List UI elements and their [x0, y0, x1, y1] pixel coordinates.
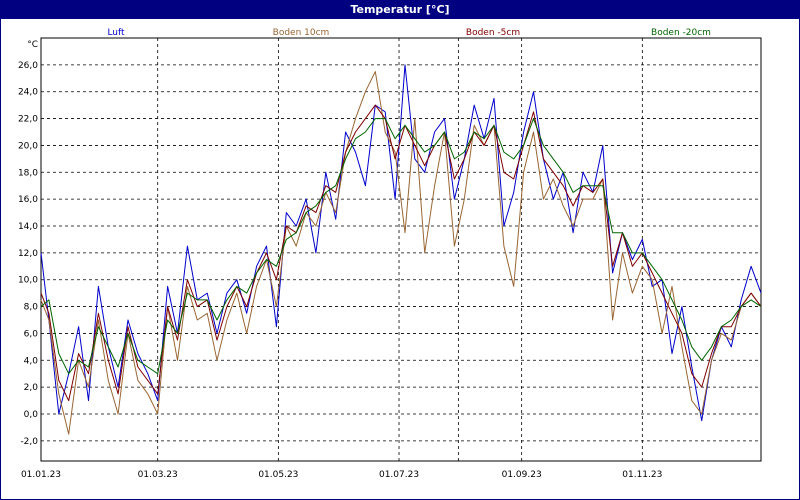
y-tick-label: 20,0 — [18, 141, 38, 151]
x-tick-label: 01.03.23 — [138, 470, 178, 480]
y-tick-label: 12,0 — [18, 249, 38, 259]
y-tick-label: 14,0 — [18, 222, 38, 232]
y-tick-label: 0,0 — [24, 410, 39, 420]
x-tick-label: 01.01.23 — [21, 470, 61, 480]
legend-entry: Boden -5cm — [466, 28, 520, 38]
temperature-chart: -2,0 0,0 2,0 4,0 6,0 8,0 10,0 12,0 14,0 16,0 18,0 2… — [18, 28, 762, 480]
y-tick-label: 4,0 — [24, 356, 39, 366]
legend-entry: Boden 10cm — [273, 28, 330, 38]
legend-entry: Luft — [107, 28, 125, 38]
y-tick-label: 24,0 — [18, 88, 38, 98]
y-axis-unit: °C — [27, 40, 38, 50]
chart-window: Temperatur [°C] -2,0 0,0 2,0 4,0 6,0 8,0 10,0 1… — [0, 0, 800, 500]
x-tick-label: 01.07.23 — [379, 470, 419, 480]
y-tick-label: 2,0 — [24, 383, 39, 393]
x-tick-label: 01.11.23 — [622, 470, 662, 480]
x-tick-label: 01.09.23 — [502, 470, 542, 480]
x-tick-label: 01.05.23 — [258, 470, 298, 480]
y-tick-label: 6,0 — [24, 329, 39, 339]
y-tick-label: 22,0 — [18, 115, 38, 125]
y-tick-label: -2,0 — [20, 437, 38, 447]
y-tick-label: 18,0 — [18, 168, 38, 178]
legend-entry: Boden -20cm — [651, 28, 711, 38]
y-tick-label: 26,0 — [18, 61, 38, 71]
y-tick-label: 8,0 — [24, 303, 39, 313]
y-tick-label: 10,0 — [18, 276, 38, 286]
plot-area — [40, 37, 762, 462]
y-tick-label: 16,0 — [18, 195, 38, 205]
